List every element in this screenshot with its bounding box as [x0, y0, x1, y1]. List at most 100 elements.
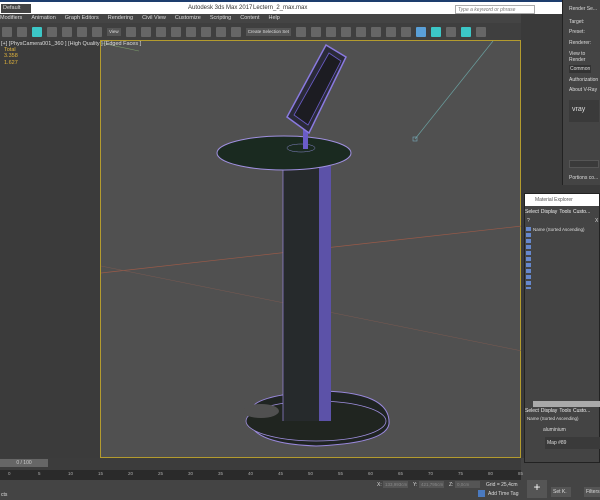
- manipulate-icon[interactable]: [140, 26, 151, 37]
- timeline-tick: 80: [488, 471, 494, 476]
- preset-label: Preset:: [569, 29, 585, 35]
- timeline-tick: 35: [218, 471, 224, 476]
- status-text: cts: [1, 492, 8, 498]
- me-menu-select[interactable]: Select: [525, 209, 539, 215]
- base-cutout: [243, 404, 279, 418]
- me2-menu-custom[interactable]: Custo...: [573, 408, 590, 414]
- ribbon-icon[interactable]: [340, 26, 351, 37]
- keyboard-shortcut-icon[interactable]: [155, 26, 166, 37]
- set-key-button[interactable]: Set K.: [551, 487, 571, 497]
- time-slider[interactable]: 0 / 100: [0, 459, 48, 467]
- about-vray-rollout[interactable]: About V-Ray: [569, 87, 597, 93]
- help-icon[interactable]: ?: [527, 218, 530, 224]
- track-bar[interactable]: 0 5 10 15 20 25 30 35 40 45 50 55 60 65 70 75 80 85: [0, 470, 523, 480]
- tab-common[interactable]: Common: [569, 65, 592, 73]
- timeline-tick: 5: [38, 471, 41, 476]
- align-icon[interactable]: [310, 26, 321, 37]
- material-explorer-window: Material Explorer Select Display Tools C…: [524, 193, 600, 463]
- timeline-tick: 70: [428, 471, 434, 476]
- rotate-icon[interactable]: [62, 26, 72, 37]
- left-viewport[interactable]: [0, 40, 100, 458]
- material-editor-icon[interactable]: [400, 26, 411, 37]
- timeline-tick: 25: [158, 471, 164, 476]
- select-region-icon[interactable]: [17, 26, 27, 37]
- authorization-rollout[interactable]: Authorization: [569, 77, 598, 83]
- y-label: Y:: [413, 482, 418, 488]
- perspective-viewport[interactable]: [100, 40, 523, 458]
- workspace-dropdown[interactable]: Default: [1, 4, 31, 13]
- me-menu-tools[interactable]: Tools: [559, 209, 571, 215]
- window-crossing-icon[interactable]: [32, 26, 42, 37]
- named-selection-icon[interactable]: [230, 26, 241, 37]
- horizontal-scrollbar[interactable]: [533, 401, 600, 407]
- place-icon[interactable]: [92, 26, 102, 37]
- scene-explorer-icon[interactable]: [355, 26, 366, 37]
- render-cloud-icon[interactable]: [475, 26, 486, 37]
- me2-menu-tools[interactable]: Tools: [559, 408, 571, 414]
- me-menu-display[interactable]: Display: [541, 209, 557, 215]
- render-setup-field[interactable]: [569, 160, 599, 168]
- menu-graph-editors[interactable]: Graph Editors: [65, 14, 99, 23]
- timeline-tick: 65: [398, 471, 404, 476]
- curve-editor-icon[interactable]: [370, 26, 381, 37]
- auto-key-icon[interactable]: +: [527, 480, 547, 498]
- time-slider-track[interactable]: [0, 458, 521, 470]
- timeline-tick: 10: [68, 471, 74, 476]
- search-input[interactable]: Type a keyword or phrase: [455, 5, 535, 14]
- timeline-tick: 45: [278, 471, 284, 476]
- me-menu-custom[interactable]: Custo...: [573, 209, 590, 215]
- menu-modifiers[interactable]: Modifiers: [0, 14, 22, 23]
- menu-scripting[interactable]: Scripting: [210, 14, 231, 23]
- render-iterative-icon[interactable]: [460, 26, 471, 37]
- portions-text: Portions co...: [569, 175, 599, 181]
- add-time-tag[interactable]: Add Time Tag: [488, 491, 518, 497]
- dope-sheet-icon[interactable]: [385, 26, 396, 37]
- main-toolbar: View Create Selection Set: [0, 23, 530, 40]
- rendered-frame-icon[interactable]: [430, 26, 441, 37]
- mirror-icon[interactable]: [295, 26, 306, 37]
- menu-customize[interactable]: Customize: [175, 14, 201, 23]
- viewport-label[interactable]: [+] [PhysCamera001_360 ] [High Quality ]…: [1, 41, 141, 47]
- menu-rendering[interactable]: Rendering: [108, 14, 133, 23]
- close-icon[interactable]: X: [595, 218, 598, 224]
- selection-set-dropdown[interactable]: Create Selection Set: [245, 27, 291, 36]
- z-label: Z:: [449, 482, 454, 488]
- column-header-2[interactable]: Name (Sorted Ascending): [527, 416, 579, 421]
- render-setup-icon[interactable]: [415, 26, 426, 37]
- percent-snap-icon[interactable]: [200, 26, 211, 37]
- title-bar: Default Autodesk 3ds Max 2017 Lectern_2_…: [0, 0, 600, 14]
- select-link-icon[interactable]: [2, 26, 12, 37]
- file-name: Lectern_2_max.max: [253, 5, 308, 11]
- time-tag-icon[interactable]: [478, 490, 485, 497]
- snap-3d-icon[interactable]: [170, 26, 181, 37]
- z-coordinate[interactable]: 0,0cm: [455, 481, 480, 488]
- y-coordinate[interactable]: 421,795cm: [419, 481, 444, 488]
- menu-animation[interactable]: Animation: [31, 14, 55, 23]
- filters-button[interactable]: Filters...: [584, 487, 600, 497]
- reference-coord-dropdown[interactable]: View: [107, 27, 121, 36]
- x-coordinate[interactable]: 133,993cm: [383, 481, 408, 488]
- scale-icon[interactable]: [77, 26, 87, 37]
- target-label: Target:: [569, 19, 585, 25]
- material-explorer-menu-2: Select Display Tools Custo...: [525, 408, 590, 414]
- material-item[interactable]: aluminium: [543, 427, 566, 433]
- move-icon[interactable]: [47, 26, 57, 37]
- pivot-icon[interactable]: [125, 26, 136, 37]
- menu-help[interactable]: Help: [269, 14, 280, 23]
- app-title: Autodesk 3ds Max 2017: [188, 5, 253, 11]
- menu-civil-view[interactable]: Civil View: [142, 14, 166, 23]
- timeline-tick: 50: [308, 471, 314, 476]
- view-to-render-label: View to Render: [569, 51, 586, 63]
- explorer-filter-icons[interactable]: [526, 227, 531, 289]
- me2-menu-select[interactable]: Select: [525, 408, 539, 414]
- angle-snap-icon[interactable]: [185, 26, 196, 37]
- renderer-label: Renderer:: [569, 40, 592, 46]
- column-header[interactable]: Name (Sorted Ascending): [533, 227, 585, 232]
- layer-icon[interactable]: [325, 26, 336, 37]
- menu-content[interactable]: Content: [240, 14, 259, 23]
- map-item[interactable]: Map #89: [545, 437, 600, 449]
- me2-menu-display[interactable]: Display: [541, 408, 557, 414]
- render-icon[interactable]: [445, 26, 456, 37]
- camera-target-line: [414, 40, 494, 140]
- spinner-snap-icon[interactable]: [215, 26, 226, 37]
